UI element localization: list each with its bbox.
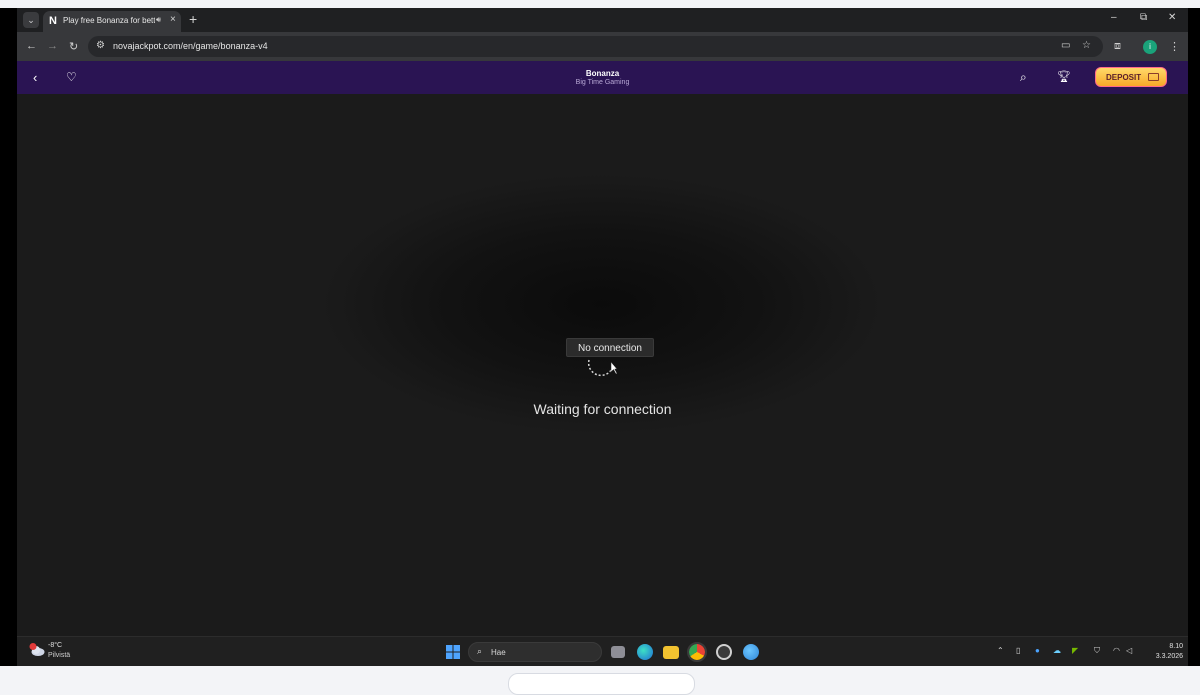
site-info-icon[interactable]: ⚙ [96, 40, 105, 51]
tab-search-chevron-icon[interactable]: ⌄ [23, 12, 39, 28]
deposit-button[interactable]: DEPOSIT [1095, 67, 1167, 87]
address-bar[interactable]: ⚙ novajackpot.com/en/game/bonanza-v4 ▭ ☆ [88, 36, 1103, 57]
loading-spinner-icon [587, 359, 617, 377]
install-app-icon[interactable]: ▭ [1061, 40, 1070, 51]
taskbar-search[interactable]: ⌕ Hae [468, 642, 602, 662]
wallet-icon [1148, 73, 1159, 81]
windows-taskbar: -8°C Pilvistä ⌕ Hae ⌃ ▯ ● ☁ ◤ ⛉ ◠ ◁ 8.10… [17, 636, 1188, 666]
file-explorer-icon[interactable] [663, 646, 679, 659]
site-header: ‹ ♡ Bonanza Big Time Gaming ⌕ 🏆︎ DEPOSIT [17, 61, 1188, 94]
tab-title: Play free Bonanza for betting [63, 16, 155, 25]
favicon-icon: N [49, 15, 57, 27]
game-title: Bonanza [585, 69, 620, 78]
back-icon[interactable]: ← [26, 40, 37, 52]
task-view-icon[interactable] [611, 646, 625, 658]
game-provider: Big Time Gaming [575, 79, 630, 86]
browser-window: ⌄ N Play free Bonanza for betting 🔊︎ × +… [17, 8, 1188, 666]
game-area: No connection Waiting for connection [17, 94, 1188, 636]
deposit-label: DEPOSIT [1106, 73, 1142, 82]
waiting-status: Waiting for connection [533, 401, 672, 417]
tray-overflow-icon[interactable]: ⌃ [997, 646, 1004, 655]
restore-icon[interactable]: ⧉ [1140, 12, 1147, 23]
search-icon[interactable]: ⌕ [1020, 70, 1027, 85]
tab-strip: ⌄ N Play free Bonanza for betting 🔊︎ × +… [17, 8, 1188, 32]
volume-icon[interactable]: ◁ [1126, 646, 1132, 655]
search-icon: ⌕ [477, 646, 483, 656]
clock-date[interactable]: 3.3.2026 [1143, 653, 1183, 660]
speaker-icon[interactable]: 🔊︎ [156, 15, 161, 25]
reload-icon[interactable]: ↻ [69, 40, 78, 53]
bottom-toolbar-pill [508, 673, 695, 695]
weather-description[interactable]: Pilvistä [48, 652, 70, 659]
trophy-icon[interactable]: 🏆︎ [1057, 70, 1071, 83]
network-globe-app-icon[interactable] [743, 644, 759, 660]
taskbar-search-label: Hae [491, 648, 506, 657]
no-connection-tooltip: No connection [566, 338, 654, 357]
extensions-icon[interactable]: ⧈ [1114, 40, 1121, 53]
tooltip-text: No connection [578, 343, 642, 354]
window-close-icon[interactable]: ✕ [1168, 12, 1176, 23]
usb-device-icon[interactable]: ▯ [1016, 646, 1020, 655]
security-shield-icon[interactable]: ⛉ [1094, 646, 1100, 656]
weather-temperature[interactable]: -8°C [48, 642, 62, 649]
tab-active[interactable]: N Play free Bonanza for betting 🔊︎ × [43, 11, 181, 32]
tab-close-icon[interactable]: × [170, 14, 176, 25]
bookmark-star-icon[interactable]: ☆ [1082, 40, 1091, 51]
edge-browser-icon[interactable] [637, 644, 653, 660]
weather-cloud-icon[interactable] [29, 643, 45, 657]
obs-studio-icon[interactable] [716, 644, 732, 660]
wifi-icon[interactable]: ◠ [1113, 646, 1120, 655]
chrome-browser-icon[interactable] [687, 642, 707, 662]
tray-app-icon[interactable]: ● [1035, 646, 1040, 655]
screen: ⌄ N Play free Bonanza for betting 🔊︎ × +… [0, 8, 1200, 666]
url-text[interactable]: novajackpot.com/en/game/bonanza-v4 [113, 41, 268, 51]
browser-toolbar: ← → ↻ ⚙ novajackpot.com/en/game/bonanza-… [17, 32, 1188, 61]
profile-avatar[interactable]: i [1143, 40, 1157, 54]
new-tab-button[interactable]: + [189, 11, 197, 27]
windows-start-icon[interactable] [446, 645, 460, 659]
nvidia-icon[interactable]: ◤ [1072, 646, 1078, 655]
onedrive-icon[interactable]: ☁ [1053, 646, 1061, 655]
more-menu-icon[interactable]: ⋮ [1169, 40, 1180, 53]
minimize-icon[interactable]: – [1111, 12, 1117, 23]
cursor-icon [610, 361, 617, 375]
forward-icon[interactable]: → [47, 40, 58, 52]
clock-time[interactable]: 8.10 [1159, 643, 1183, 650]
